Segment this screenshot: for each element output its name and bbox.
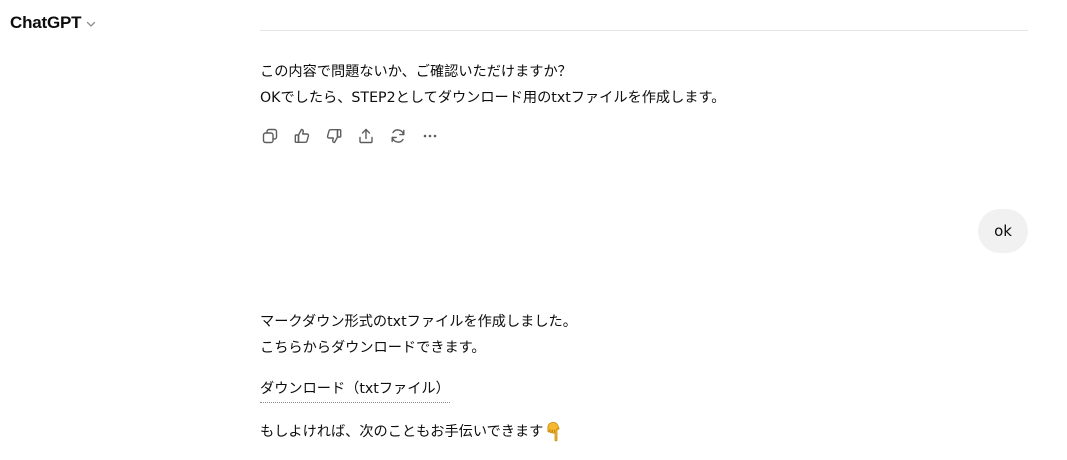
model-switcher[interactable]: ChatGPT [10,13,97,33]
thumbs-up-icon [293,127,311,145]
message-line: OKでしたら、STEP2としてダウンロード用のtxtファイルを作成します。 [260,90,726,106]
share-button[interactable] [355,124,377,148]
good-response-button[interactable] [291,124,313,148]
closing-text: もしよければ、次のこともお手伝いできます [260,424,544,440]
assistant-message: この内容で問題ないか、ご確認いただけますか？ OKでしたら、STEP2としてダウ… [260,59,725,111]
chevron-down-icon [85,18,97,30]
message-line: こちらからダウンロードできます。 [260,340,486,356]
pointing-down-hand-icon [545,421,563,443]
message-line: マークダウン形式のtxtファイルを作成しました。 [260,314,577,330]
message-divider [260,30,1028,31]
copy-button[interactable] [259,124,281,148]
regenerate-button[interactable] [387,124,409,148]
more-icon [421,127,439,145]
message-actions [259,124,441,148]
model-name: ChatGPT [10,13,82,32]
chat-window: ChatGPT この内容で問題ないか、ご確認いただけますか？ OKでしたら、ST… [0,0,1067,460]
regenerate-icon [389,127,407,145]
assistant-closing-line: もしよければ、次のこともお手伝いできます [260,419,563,445]
more-actions-button[interactable] [419,124,441,148]
copy-icon [261,127,279,145]
download-link[interactable]: ダウンロード（txtファイル） [260,376,450,403]
message-line: この内容で問題ないか、ご確認いただけますか？ [260,64,572,80]
bad-response-button[interactable] [323,124,345,148]
assistant-message: マークダウン形式のtxtファイルを作成しました。 こちらからダウンロードできます… [260,309,577,361]
user-message-bubble: ok [978,209,1028,253]
thumbs-down-icon [325,127,343,145]
share-icon [357,127,375,145]
user-message-text: ok [994,222,1012,240]
